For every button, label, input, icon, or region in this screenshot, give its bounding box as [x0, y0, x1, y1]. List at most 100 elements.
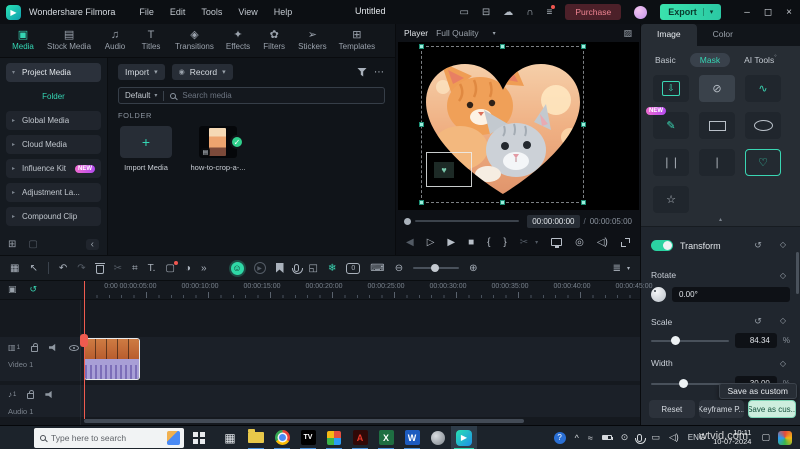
mark-in-icon[interactable]: { [487, 237, 490, 248]
taskbar-search-input[interactable] [51, 433, 178, 443]
tab-filters[interactable]: ✿ Filters [257, 28, 291, 53]
fullscreen-icon[interactable] [621, 238, 630, 247]
reset-button[interactable]: Reset [649, 400, 695, 418]
mask-none-icon[interactable]: ⊘ [699, 75, 735, 102]
mask-tool-icon[interactable]: ☺ [231, 262, 244, 275]
hidden-icons-chevron[interactable]: ^ [575, 433, 579, 443]
sidebar-item-adjustment-layer[interactable]: ▸ Adjustment La... [6, 183, 101, 202]
collapse-panel-icon[interactable]: ‹ [86, 239, 99, 250]
new-folder-icon[interactable]: ⊞ [8, 239, 16, 250]
sidebar-item-cloud-media[interactable]: ▸ Cloud Media [6, 135, 101, 154]
mask-heart-icon[interactable]: ♡ [745, 149, 781, 176]
mic-tray-icon[interactable] [637, 434, 642, 442]
chrome-icon[interactable] [269, 426, 295, 449]
export-chevron-icon[interactable]: ▾ [703, 8, 714, 16]
display-tray-icon[interactable]: ▭ [651, 432, 660, 443]
selection-handle[interactable] [581, 44, 586, 49]
stop-icon[interactable]: ■ [468, 237, 474, 248]
sidebar-item-compound-clip[interactable]: ▸ Compound Clip [6, 207, 101, 226]
delete-icon[interactable] [96, 263, 104, 274]
menu-view[interactable]: View [238, 7, 257, 17]
tab-image[interactable]: Image [641, 24, 697, 46]
shortcuts-keyboard-icon[interactable]: ⌨ [370, 263, 384, 274]
subtab-ai-tools[interactable]: AI Tools [744, 55, 777, 65]
onedrive-icon[interactable]: ⊙ [621, 432, 629, 443]
timeline-clip[interactable] [84, 338, 140, 380]
mute-track-icon[interactable] [49, 344, 58, 352]
keyframe-icon[interactable]: ◇ [780, 316, 786, 327]
media-search-input[interactable] [182, 91, 378, 100]
voiceover-icon[interactable] [294, 264, 299, 272]
selection-handle[interactable] [419, 122, 424, 127]
sidebar-item-folder[interactable]: Folder [6, 87, 101, 106]
delete-folder-icon[interactable]: ▢ [28, 239, 37, 250]
quality-dropdown[interactable]: Full Quality▾ [436, 28, 496, 38]
marker-icon[interactable] [276, 263, 284, 273]
save-icon[interactable]: ⊟ [482, 7, 490, 18]
reset-transform-icon[interactable]: ↺ [754, 240, 762, 251]
ai-tools-icon[interactable]: ❄ [328, 263, 336, 274]
menu-help[interactable]: Help [274, 7, 293, 17]
mirror-display-icon[interactable] [551, 238, 562, 246]
purchase-button[interactable]: Purchase [565, 4, 621, 20]
playhead[interactable] [84, 281, 85, 419]
media-clip-card[interactable]: ▤ ✓ how-to-crop-a-... [190, 126, 246, 172]
settings-icon[interactable]: ≡ [546, 7, 552, 18]
tab-effects[interactable]: ✦ Effects [221, 28, 255, 53]
split-chevron-icon[interactable]: ▾ [535, 239, 538, 246]
scale-slider-knob[interactable] [671, 336, 680, 345]
selection-handle[interactable] [419, 200, 424, 205]
selection-handle[interactable] [419, 44, 424, 49]
mask-frame-overlay[interactable]: ♥ [426, 152, 472, 187]
track-manager-icon[interactable]: ≣ [613, 263, 621, 274]
account-avatar[interactable] [634, 6, 647, 19]
auto-ripple-icon[interactable]: ↺ [30, 284, 38, 295]
mask-ai-icon[interactable]: ∿ [745, 75, 781, 102]
playhead-grip[interactable] [80, 334, 88, 347]
audio-track-lane[interactable] [0, 385, 640, 417]
timeline[interactable]: ▣↺ 0:0000:00:05:0000:00:10:0000:00:15:00… [0, 281, 640, 425]
tab-titles[interactable]: T Titles [134, 28, 168, 53]
timeline-scrollbar[interactable] [84, 419, 524, 423]
frame-back-icon[interactable]: ▷ [427, 237, 435, 248]
toolbar-chevron-icon[interactable]: ▾ [627, 265, 630, 272]
file-explorer-icon[interactable] [243, 426, 269, 449]
menu-file[interactable]: File [139, 7, 154, 17]
timeline-ruler[interactable]: ▣↺ 0:0000:00:05:0000:00:10:0000:00:15:00… [0, 281, 640, 300]
network-icon[interactable]: ≈ [588, 433, 593, 443]
selection-handle[interactable] [581, 200, 586, 205]
sidebar-item-project-media[interactable]: ▾ Project Media [6, 63, 101, 82]
tab-stock-media[interactable]: ▤ Stock Media [42, 28, 96, 53]
mask-rectangle-icon[interactable] [699, 112, 735, 139]
scale-value[interactable]: 84.34 [735, 333, 777, 348]
battery-icon[interactable] [602, 435, 612, 440]
filter-icon[interactable] [357, 68, 367, 77]
help-icon[interactable]: ? [554, 432, 566, 444]
import-media-tile[interactable]: + Import Media [118, 126, 174, 172]
keyframe-button[interactable]: Keyframe P... [699, 400, 745, 418]
screen-mirror-icon[interactable]: ▭ [459, 7, 468, 18]
import-button[interactable]: Import▾ [118, 64, 165, 80]
colorful-app-icon[interactable] [778, 431, 792, 445]
taskbar-search[interactable] [34, 428, 184, 448]
support-icon[interactable]: ∩ [526, 7, 533, 18]
panel-scrollbar[interactable] [796, 252, 799, 294]
media-library-icon[interactable]: ▦ [10, 263, 19, 274]
speed-icon[interactable]: ▶ [254, 262, 266, 274]
tv-app-icon[interactable]: TV [295, 426, 321, 449]
tab-stickers[interactable]: ➢ Stickers [293, 28, 331, 53]
record-button[interactable]: ◉Record▾ [172, 64, 233, 80]
zoom-in-icon[interactable]: ⊕ [469, 263, 477, 274]
transform-toggle[interactable] [651, 240, 673, 251]
maximize-button[interactable]: ◻ [764, 7, 772, 18]
zoom-out-icon[interactable]: ⊖ [395, 263, 403, 274]
reset-scale-icon[interactable]: ↺ [754, 316, 762, 327]
minimize-button[interactable]: – [744, 7, 750, 18]
menu-edit[interactable]: Edit [170, 7, 186, 17]
media-grid-app-icon[interactable] [321, 426, 347, 449]
split-icon[interactable]: ✂ [520, 237, 528, 248]
volume-tray-icon[interactable]: ◁) [669, 432, 679, 443]
split-icon[interactable]: ✂ [114, 263, 122, 274]
lock-track-icon[interactable] [27, 393, 34, 399]
render-preview-icon[interactable]: 0 [346, 263, 360, 274]
